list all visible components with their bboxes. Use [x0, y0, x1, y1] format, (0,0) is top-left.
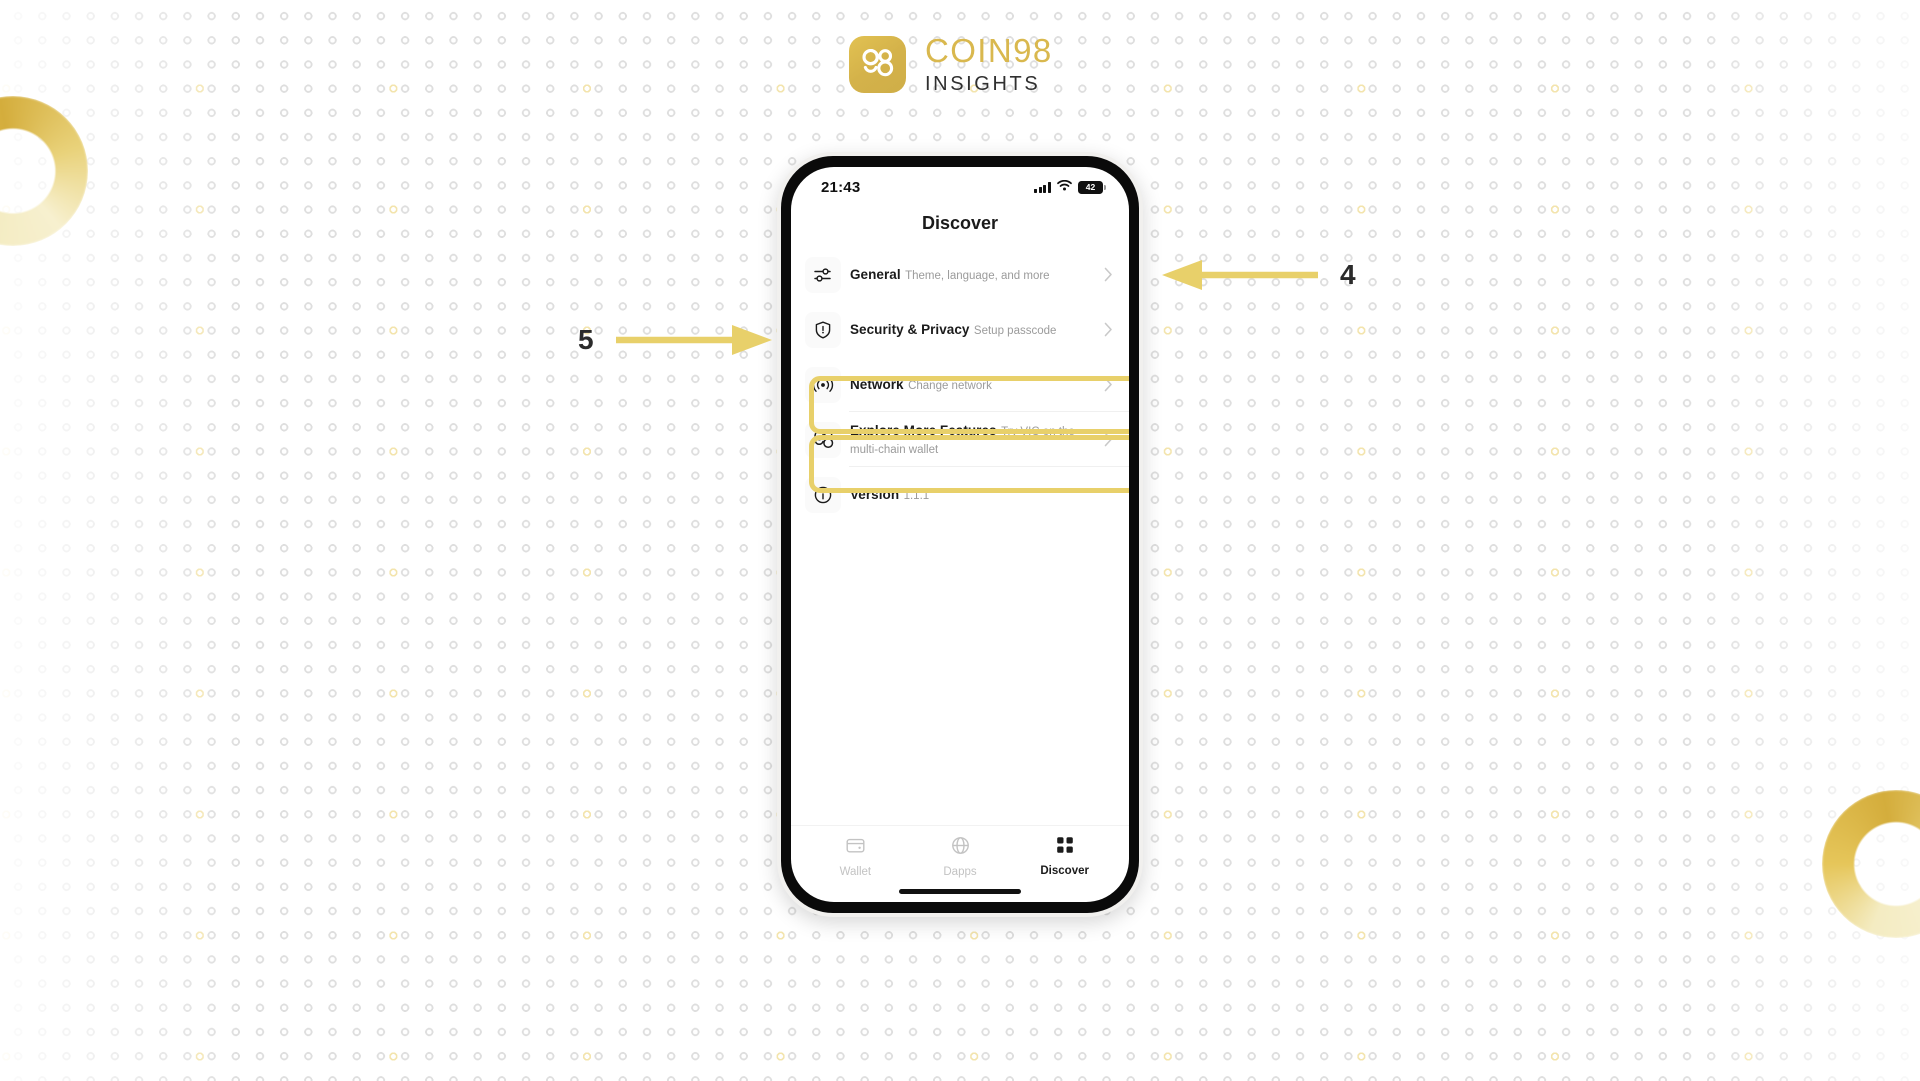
settings-row-text: General Theme, language, and more	[850, 266, 1104, 284]
chevron-right-icon	[1104, 432, 1113, 447]
settings-row-title: Network	[850, 376, 904, 392]
info-circle-icon	[805, 476, 841, 513]
annotation-number: 5	[578, 324, 594, 355]
annotation-number: 4	[1340, 259, 1356, 290]
screenshot-root: COIN98 INSIGHTS 21:43 42 Discover Genera…	[0, 0, 1920, 1081]
battery-icon: 42	[1078, 180, 1106, 194]
settings-row-title: General	[850, 266, 901, 282]
chevron-right-icon	[1104, 322, 1113, 337]
settings-row-subtitle: 1.1.1	[903, 489, 930, 502]
settings-list: General Theme, language, and more Securi…	[791, 243, 1129, 825]
status-bar-indicators: 42	[1034, 178, 1106, 196]
settings-row-subtitle: Change network	[908, 379, 992, 392]
tab-label: Dapps	[943, 866, 977, 878]
grid-icon	[1055, 835, 1075, 860]
arrow-left-icon	[1162, 260, 1318, 290]
settings-row-text: Explore More Features Try VIC on the mul…	[850, 422, 1104, 458]
coin98-logo-icon	[849, 35, 906, 93]
phone-mockup: 21:43 42 Discover General Theme, languag…	[777, 152, 1143, 917]
settings-row-security-privacy[interactable]: Security & Privacy Setup passcode	[791, 302, 1129, 357]
wifi-icon	[1057, 178, 1072, 196]
sliders-icon	[805, 256, 841, 293]
globe-icon	[950, 835, 971, 861]
arrow-right-icon	[615, 325, 772, 355]
tab-dapps[interactable]: Dapps	[908, 835, 1013, 878]
settings-row-subtitle: Setup passcode	[973, 324, 1057, 337]
chevron-right-icon	[1104, 377, 1113, 392]
status-bar-time: 21:43	[821, 178, 861, 196]
brand-name-secondary: INSIGHTS	[925, 73, 1041, 95]
settings-row-text: Version 1.1.1	[850, 486, 1113, 504]
settings-row-version: Version 1.1.1	[791, 467, 1129, 522]
battery-level: 42	[1085, 182, 1096, 192]
coin98-icon	[805, 421, 841, 458]
tab-discover[interactable]: Discover	[1012, 835, 1117, 878]
brand-wordmark: COIN98 INSIGHTS	[925, 34, 1053, 94]
page-title: Discover	[921, 212, 999, 233]
settings-row-title: Version	[850, 486, 900, 502]
home-indicator	[791, 880, 1129, 902]
settings-row-subtitle: Theme, language, and more	[905, 269, 1050, 282]
settings-row-explore-more-features[interactable]: Explore More Features Try VIC on the mul…	[791, 412, 1129, 467]
brand-logo: COIN98 INSIGHTS	[849, 34, 1053, 94]
phone-bezel: 21:43 42 Discover General Theme, languag…	[781, 156, 1139, 913]
tab-label: Discover	[1040, 865, 1089, 877]
brand-name-primary: COIN98	[925, 32, 1053, 69]
settings-row-text: Security & Privacy Setup passcode	[850, 321, 1104, 339]
settings-row-network[interactable]: Network Change network	[791, 357, 1129, 412]
settings-row-text: Network Change network	[850, 376, 1104, 394]
bottom-tab-bar: Wallet Dapps Discover	[791, 825, 1129, 880]
settings-row-general[interactable]: General Theme, language, and more	[791, 247, 1129, 302]
annotation-4: 4	[1160, 258, 1356, 292]
wallet-icon	[845, 835, 866, 861]
settings-row-title: Explore More Features	[850, 422, 997, 438]
tab-label: Wallet	[839, 866, 872, 878]
settings-row-title: Security & Privacy	[850, 321, 970, 337]
shield-alert-icon	[805, 311, 841, 348]
status-bar: 21:43 42	[791, 167, 1129, 203]
cellular-signal-icon	[1034, 181, 1051, 193]
phone-screen: 21:43 42 Discover General Theme, languag…	[791, 167, 1129, 902]
annotation-5: 5	[578, 323, 774, 357]
tab-wallet[interactable]: Wallet	[803, 835, 908, 878]
broadcast-icon	[805, 366, 841, 403]
chevron-right-icon	[1104, 267, 1113, 282]
